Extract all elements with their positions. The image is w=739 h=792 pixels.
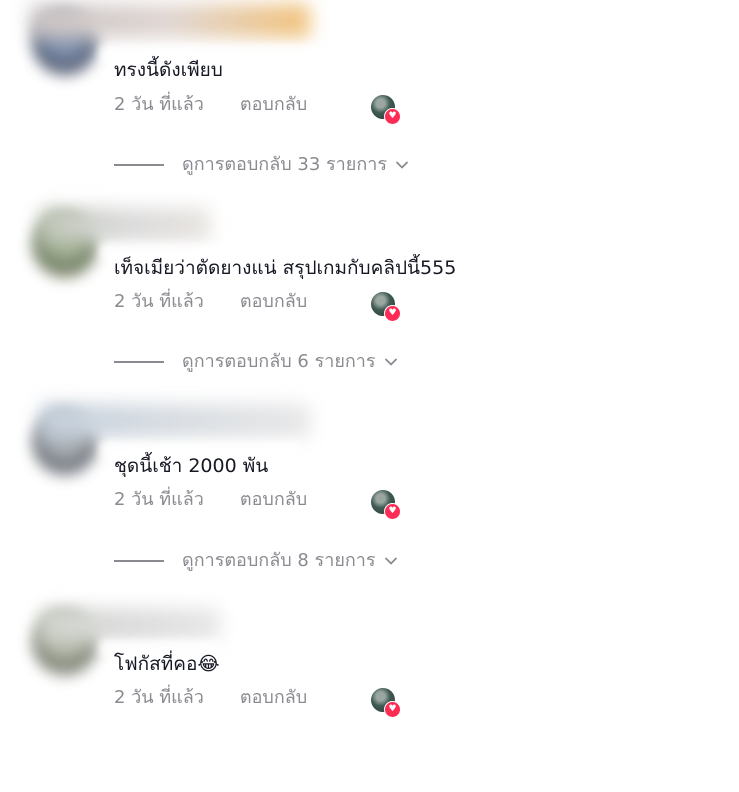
comment-time: 2 วัน ที่แล้ว: [114, 489, 204, 510]
comment-meta: 2 วัน ที่แล้ว ตอบกลับ: [114, 290, 307, 314]
view-replies-button[interactable]: ดูการตอบกลับ 33 รายการ: [114, 153, 409, 177]
reply-button[interactable]: ตอบกลับ: [240, 489, 307, 510]
username[interactable]: [40, 208, 210, 242]
view-replies-label: ดูการตอบกลับ 33 รายการ: [182, 154, 387, 175]
comment-text: ชุดนี้เช้า 2000 พัน: [114, 455, 269, 477]
comment-item: ชุดนี้เช้า 2000 พัน 2 วัน ที่แล้ว ตอบกลับ…: [0, 396, 739, 594]
creator-liked-badge: ♥: [371, 95, 401, 125]
comment-time: 2 วัน ที่แล้ว: [114, 687, 204, 708]
view-replies-button[interactable]: ดูการตอบกลับ 6 รายการ: [114, 350, 398, 374]
chevron-down-icon: [384, 557, 397, 565]
chevron-down-icon: [384, 358, 397, 366]
view-replies-label: ดูการตอบกลับ 8 รายการ: [182, 550, 376, 571]
comment-item: โฟกัสที่คอ😂 2 วัน ที่แล้ว ตอบกลับ ♥: [0, 594, 739, 792]
comment-meta: 2 วัน ที่แล้ว ตอบกลับ: [114, 488, 307, 512]
view-replies-label: ดูการตอบกลับ 6 รายการ: [182, 351, 376, 372]
heart-icon: ♥: [384, 108, 401, 125]
comment-text: โฟกัสที่คอ😂: [114, 653, 220, 675]
heart-icon: ♥: [384, 305, 401, 322]
divider-line: [114, 361, 164, 363]
chevron-down-icon: [396, 161, 408, 169]
creator-liked-badge: ♥: [371, 688, 401, 718]
view-replies-button[interactable]: ดูการตอบกลับ 8 รายการ: [114, 549, 398, 573]
comment-time: 2 วัน ที่แล้ว: [114, 94, 204, 115]
reply-button[interactable]: ตอบกลับ: [240, 687, 307, 708]
creator-liked-badge: ♥: [371, 490, 401, 520]
reply-button[interactable]: ตอบกลับ: [240, 291, 307, 312]
comment-meta: 2 วัน ที่แล้ว ตอบกลับ: [114, 93, 307, 117]
reply-button[interactable]: ตอบกลับ: [240, 94, 307, 115]
creator-liked-badge: ♥: [371, 292, 401, 322]
username[interactable]: [40, 608, 220, 642]
username[interactable]: [40, 404, 310, 438]
heart-icon: ♥: [384, 503, 401, 520]
divider-line: [114, 560, 164, 562]
comment-text: เท็จเมียว่าตัดยางแน่ สรุปเกมกับคลิปนี้55…: [114, 257, 457, 279]
username[interactable]: [30, 4, 310, 38]
comment-text: ทรงนี้ดังเพียบ: [114, 59, 223, 81]
comment-item: ทรงนี้ดังเพียบ 2 วัน ที่แล้ว ตอบกลับ ♥ ดู…: [0, 0, 739, 198]
heart-icon: ♥: [384, 701, 401, 718]
comment-meta: 2 วัน ที่แล้ว ตอบกลับ: [114, 686, 307, 710]
comment-time: 2 วัน ที่แล้ว: [114, 291, 204, 312]
divider-line: [114, 164, 164, 166]
comment-item: เท็จเมียว่าตัดยางแน่ สรุปเกมกับคลิปนี้55…: [0, 198, 739, 396]
